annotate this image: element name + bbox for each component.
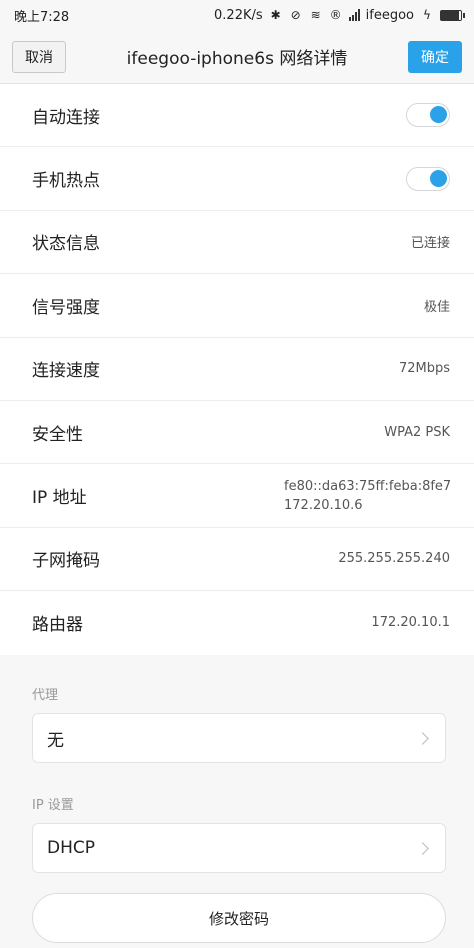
link-speed-value: 72Mbps [398, 361, 450, 377]
wifi-icon: ≋ [310, 8, 321, 22]
auto-connect-toggle[interactable] [406, 103, 450, 128]
subnet-mask-value: 255.255.255.240 [338, 551, 450, 567]
ipv6-address: fe80::da63:75ff:feba:8fe7 [284, 478, 452, 494]
toggle-knob [430, 169, 447, 187]
security-row: 安全性 WPA2 PSK [0, 401, 474, 465]
toggle-knob [430, 106, 447, 124]
hotspot-label: 手机热点 [32, 171, 100, 192]
signal-strength-row: 信号强度 极佳 [0, 274, 474, 338]
proxy-select[interactable]: 无 [32, 713, 446, 763]
ip-address-value: fe80::da63:75ff:feba:8fe7 172.20.10.6 [284, 477, 452, 515]
status-label: 状态信息 [32, 234, 100, 255]
router-value: 172.20.10.1 [371, 615, 450, 631]
status-icons: 0.22K/s ✱ ⊘ ≋ ® ifeegoo ϟ [214, 7, 465, 23]
subnet-mask-row: 子网掩码 255.255.255.240 [0, 528, 474, 592]
chevron-right-icon [416, 841, 429, 855]
ip-address-label: IP 地址 [32, 488, 87, 509]
ip-settings-select[interactable]: DHCP [32, 823, 446, 873]
security-value: WPA2 PSK [384, 424, 450, 440]
auto-connect-row: 自动连接 [0, 84, 474, 148]
network-speed: 0.22K/s [214, 7, 263, 23]
battery-icon [440, 9, 465, 21]
status-value: 已连接 [410, 236, 450, 252]
link-speed-label: 连接速度 [32, 361, 100, 382]
hotspot-toggle[interactable] [406, 166, 450, 191]
page-title: ifeegoo-iphone6s 网络详情 [126, 49, 348, 69]
link-speed-row: 连接速度 72Mbps [0, 338, 474, 401]
proxy-section-label: 代理 [32, 688, 59, 703]
charging-icon: ϟ [423, 8, 431, 22]
auto-connect-label: 自动连接 [32, 107, 100, 128]
security-label: 安全性 [32, 424, 83, 445]
ip-settings-section-label: IP 设置 [32, 798, 74, 813]
chevron-right-icon [416, 731, 429, 745]
status-bar: 晚上7:28 0.22K/s ✱ ⊘ ≋ ® ifeegoo ϟ [0, 0, 474, 30]
title-bar: 取消 ifeegoo-iphone6s 网络详情 确定 [0, 30, 474, 84]
no-disturb-icon: ⊘ [290, 8, 301, 22]
signal-strength-value: 极佳 [423, 299, 450, 315]
status-row: 状态信息 已连接 [0, 211, 474, 275]
signal-strength-label: 信号强度 [32, 297, 100, 318]
router-row: 路由器 172.20.10.1 [0, 591, 474, 654]
subnet-mask-label: 子网掩码 [32, 551, 100, 572]
proxy-value: 无 [47, 730, 64, 751]
router-label: 路由器 [32, 615, 83, 636]
confirm-button[interactable]: 确定 [407, 40, 462, 73]
network-detail-list: 自动连接 手机热点 状态信息 已连接 信号强度 极佳 连接速度 72Mbps 安… [0, 84, 474, 655]
signal-icon [348, 9, 360, 21]
ip-address-row: IP 地址 fe80::da63:75ff:feba:8fe7 172.20.1… [0, 464, 474, 528]
r-icon: ® [329, 8, 342, 22]
bluetooth-icon: ✱ [270, 8, 281, 22]
carrier-name: ifeegoo [365, 7, 414, 23]
cancel-button[interactable]: 取消 [12, 40, 66, 73]
change-password-button[interactable]: 修改密码 [32, 893, 446, 943]
ip-settings-value: DHCP [47, 838, 95, 858]
ipv4-address: 172.20.10.6 [284, 497, 363, 513]
status-time: 晚上7:28 [14, 9, 70, 25]
hotspot-row: 手机热点 [0, 147, 474, 211]
